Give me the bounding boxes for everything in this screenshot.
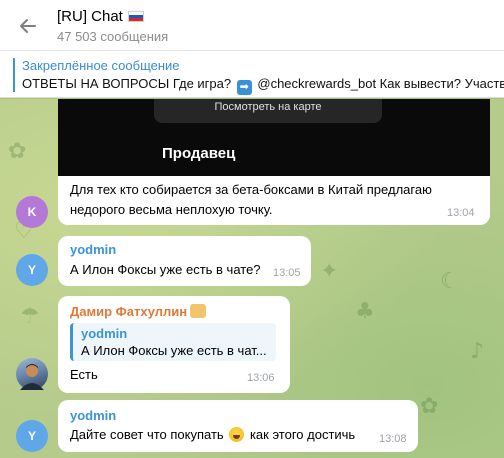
- message-bubble[interactable]: Для тех кто собирается за бета-боксами в…: [58, 176, 490, 225]
- message-time: 13:05: [273, 267, 301, 279]
- doodle-icon: ♪: [470, 339, 485, 364]
- pinned-text-part1: ОТВЕТЫ НА ВОПРОСЫ Где игра?: [22, 76, 232, 91]
- chat-header: [RU] Chat 47 503 сообщения: [0, 0, 504, 51]
- message-photo[interactable]: Посмотреть на карте Продавец: [58, 99, 490, 176]
- avatar[interactable]: K: [16, 196, 48, 228]
- russia-flag-icon: [127, 11, 144, 22]
- sender-name[interactable]: yodmin: [70, 408, 116, 423]
- sender-emoji-icon: [190, 304, 207, 318]
- message-bubble[interactable]: yodmin Дайте совет что покупать как этог…: [58, 400, 418, 452]
- message-text-line2: недорого весьма неплохую точку.: [70, 202, 273, 217]
- pinned-accent-bar: [13, 58, 15, 92]
- message-time: 13:04: [447, 207, 475, 219]
- avatar[interactable]: Y: [16, 254, 48, 286]
- laughing-emoji-icon: [229, 427, 245, 442]
- message-text-part2: как этого достичь: [249, 427, 356, 442]
- map-button-label: Посмотреть на карте: [214, 101, 322, 113]
- doodle-icon: ♣: [355, 299, 375, 324]
- reply-preview[interactable]: yodmin А Илон Фоксы уже есть в чат...: [70, 323, 276, 361]
- sender-name[interactable]: Дамир Фатхуллин: [70, 304, 207, 319]
- message-count: 47 503 сообщения: [57, 29, 169, 44]
- message-text: А Илон Фоксы уже есть в чате?: [70, 262, 261, 277]
- pinned-text: ОТВЕТЫ НА ВОПРОСЫ Где игра? ➡ @checkrewa…: [22, 76, 504, 95]
- user-photo-icon: [20, 364, 44, 390]
- message-bubble[interactable]: yodmin А Илон Фоксы уже есть в чате? 13:…: [58, 236, 311, 286]
- chat-title[interactable]: [RU] Chat: [57, 8, 144, 25]
- sender-name-text: Дамир Фатхуллин: [70, 304, 188, 319]
- doodle-icon: ☂: [20, 304, 40, 329]
- back-button[interactable]: [14, 12, 42, 40]
- avatar[interactable]: [16, 358, 48, 390]
- message-text-line1: Для тех кто собирается за бета-боксами в…: [70, 182, 432, 197]
- doodle-icon: ✿: [8, 139, 27, 164]
- pinned-text-part2: @checkrewards_bot Как вывести? Участв: [257, 76, 504, 91]
- photo-caption: Продавец: [162, 145, 236, 162]
- chat-title-text: [RU] Chat: [57, 8, 123, 25]
- arrow-left-icon: [20, 19, 36, 33]
- message-text-part1: Дайте совет что покупать: [70, 427, 224, 442]
- pinned-title: Закреплённое сообщение: [22, 58, 180, 73]
- reply-text: А Илон Фоксы уже есть в чат...: [81, 343, 267, 358]
- message-text: Есть: [70, 367, 98, 382]
- reply-sender: yodmin: [81, 326, 128, 341]
- message-text: Дайте совет что покупать как этого дости…: [70, 425, 355, 445]
- avatar[interactable]: Y: [16, 420, 48, 452]
- doodle-icon: ✿: [420, 394, 439, 419]
- message-time: 13:08: [379, 433, 407, 445]
- doodle-icon: ✦: [320, 259, 339, 284]
- message-time: 13:06: [247, 372, 275, 384]
- sender-name[interactable]: yodmin: [70, 242, 116, 257]
- doodle-icon: ☾: [440, 269, 460, 294]
- pinned-message[interactable]: Закреплённое сообщение ОТВЕТЫ НА ВОПРОСЫ…: [0, 51, 504, 98]
- right-arrow-emoji-icon: ➡: [236, 80, 252, 95]
- map-button[interactable]: Посмотреть на карте: [154, 99, 382, 123]
